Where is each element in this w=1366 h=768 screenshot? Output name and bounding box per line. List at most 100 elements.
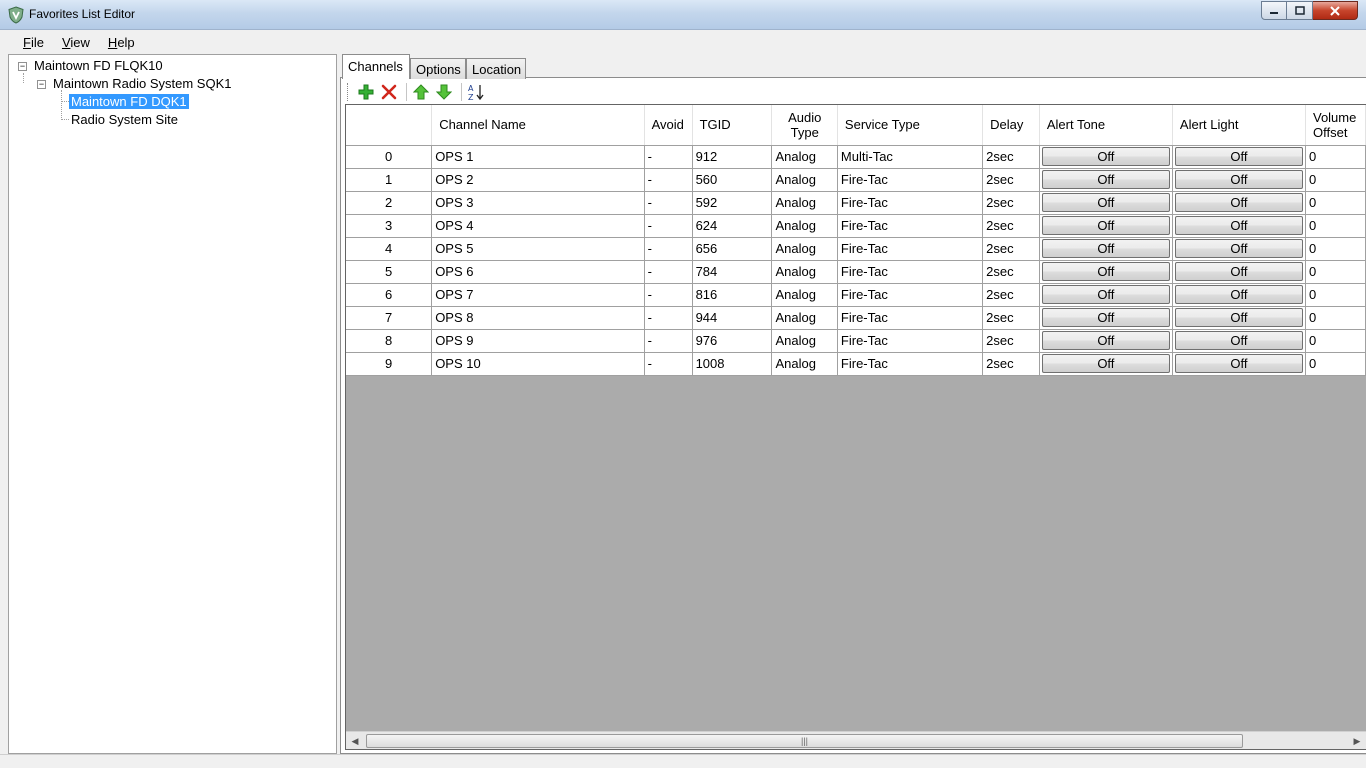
cell-delay[interactable]: 2sec — [982, 236, 1040, 261]
cell-tgid[interactable]: 624 — [692, 213, 773, 238]
cell-service-type[interactable]: Fire-Tac — [837, 236, 984, 261]
cell-channel-name[interactable]: OPS 6 — [431, 259, 645, 284]
cell-volume-offset[interactable]: 0 — [1305, 167, 1366, 192]
cell-audio-type[interactable]: Analog — [771, 144, 838, 169]
cell-service-type[interactable]: Fire-Tac — [837, 305, 984, 330]
cell-channel-name[interactable]: OPS 8 — [431, 305, 645, 330]
alert-light-button[interactable]: Off — [1174, 193, 1303, 212]
cell-volume-offset[interactable]: 0 — [1305, 282, 1366, 307]
cell-tgid[interactable]: 784 — [692, 259, 773, 284]
cell-channel-name[interactable]: OPS 9 — [431, 328, 645, 353]
col-channel-name[interactable]: Channel Name — [431, 105, 645, 146]
table-row[interactable]: 7 OPS 8-944 Analog Fire-Tac 2sec Off Off 0 — [346, 305, 1366, 330]
cell-volume-offset[interactable]: 0 — [1305, 328, 1366, 353]
alert-tone-cell[interactable]: Off — [1039, 282, 1173, 307]
table-row[interactable]: 8 OPS 9-976 Analog Fire-Tac 2sec Off Off 0 — [346, 328, 1366, 353]
cell-audio-type[interactable]: Analog — [771, 259, 838, 284]
alert-light-button[interactable]: Off — [1174, 239, 1303, 258]
minimize-button[interactable] — [1261, 1, 1287, 20]
cell-volume-offset[interactable]: 0 — [1305, 213, 1366, 238]
alert-light-cell[interactable]: Off — [1172, 305, 1306, 330]
table-row[interactable]: 5 OPS 6-784 Analog Fire-Tac 2sec Off Off 0 — [346, 259, 1366, 284]
alert-tone-button[interactable]: Off — [1041, 308, 1170, 327]
cell-avoid[interactable]: - — [644, 351, 693, 376]
alert-tone-cell[interactable]: Off — [1039, 351, 1173, 376]
table-row[interactable]: 3 OPS 4-624 Analog Fire-Tac 2sec Off Off 0 — [346, 213, 1366, 238]
cell-volume-offset[interactable]: 0 — [1305, 259, 1366, 284]
alert-light-cell[interactable]: Off — [1172, 213, 1306, 238]
cell-channel-name[interactable]: OPS 7 — [431, 282, 645, 307]
cell-tgid[interactable]: 560 — [692, 167, 773, 192]
cell-avoid[interactable]: - — [644, 144, 693, 169]
cell-audio-type[interactable]: Analog — [771, 305, 838, 330]
cell-service-type[interactable]: Fire-Tac — [837, 282, 984, 307]
cell-service-type[interactable]: Fire-Tac — [837, 213, 984, 238]
alert-tone-button[interactable]: Off — [1041, 170, 1170, 189]
col-audio-type[interactable]: Audio Type — [771, 105, 838, 146]
alert-light-cell[interactable]: Off — [1172, 144, 1306, 169]
alert-tone-cell[interactable]: Off — [1039, 305, 1173, 330]
row-header[interactable]: 2 — [346, 190, 433, 215]
cell-tgid[interactable]: 656 — [692, 236, 773, 261]
delete-channel-button[interactable] — [379, 82, 399, 102]
alert-light-cell[interactable]: Off — [1172, 259, 1306, 284]
alert-light-button[interactable]: Off — [1174, 147, 1303, 166]
title-bar[interactable]: Favorites List Editor — [0, 0, 1366, 30]
row-header[interactable]: 0 — [346, 144, 433, 169]
cell-avoid[interactable]: - — [644, 167, 693, 192]
col-alert-light[interactable]: Alert Light — [1172, 105, 1306, 146]
alert-tone-cell[interactable]: Off — [1039, 190, 1173, 215]
menu-view[interactable]: View — [62, 35, 90, 50]
alert-tone-button[interactable]: Off — [1041, 239, 1170, 258]
alert-tone-cell[interactable]: Off — [1039, 259, 1173, 284]
cell-avoid[interactable]: - — [644, 328, 693, 353]
cell-avoid[interactable]: - — [644, 259, 693, 284]
alert-tone-cell[interactable]: Off — [1039, 328, 1173, 353]
alert-light-cell[interactable]: Off — [1172, 236, 1306, 261]
row-header[interactable]: 8 — [346, 328, 433, 353]
col-delay[interactable]: Delay — [982, 105, 1040, 146]
collapse-icon[interactable]: − — [37, 80, 46, 89]
alert-tone-cell[interactable]: Off — [1039, 144, 1173, 169]
cell-volume-offset[interactable]: 0 — [1305, 236, 1366, 261]
cell-audio-type[interactable]: Analog — [771, 213, 838, 238]
alert-tone-button[interactable]: Off — [1041, 331, 1170, 350]
alert-light-button[interactable]: Off — [1174, 354, 1303, 373]
cell-delay[interactable]: 2sec — [982, 351, 1040, 376]
tab-options[interactable]: Options — [410, 58, 466, 79]
row-header[interactable]: 7 — [346, 305, 433, 330]
alert-tone-button[interactable]: Off — [1041, 262, 1170, 281]
alert-tone-button[interactable]: Off — [1041, 147, 1170, 166]
cell-volume-offset[interactable]: 0 — [1305, 351, 1366, 376]
cell-tgid[interactable]: 976 — [692, 328, 773, 353]
alert-tone-cell[interactable]: Off — [1039, 167, 1173, 192]
maximize-button[interactable] — [1287, 1, 1313, 20]
cell-delay[interactable]: 2sec — [982, 190, 1040, 215]
alert-tone-button[interactable]: Off — [1041, 354, 1170, 373]
cell-channel-name[interactable]: OPS 4 — [431, 213, 645, 238]
alert-tone-button[interactable]: Off — [1041, 216, 1170, 235]
table-row[interactable]: 4 OPS 5-656 Analog Fire-Tac 2sec Off Off 0 — [346, 236, 1366, 261]
close-button[interactable] — [1313, 1, 1358, 20]
alert-light-button[interactable]: Off — [1174, 216, 1303, 235]
alert-light-cell[interactable]: Off — [1172, 190, 1306, 215]
scroll-left-icon[interactable]: ◀ — [348, 734, 362, 748]
cell-delay[interactable]: 2sec — [982, 305, 1040, 330]
col-service-type[interactable]: Service Type — [837, 105, 984, 146]
alert-tone-cell[interactable]: Off — [1039, 236, 1173, 261]
alert-light-cell[interactable]: Off — [1172, 351, 1306, 376]
table-row[interactable]: 2 OPS 3-592 Analog Fire-Tac 2sec Off Off 0 — [346, 190, 1366, 215]
row-header[interactable]: 4 — [346, 236, 433, 261]
cell-service-type[interactable]: Multi-Tac — [837, 144, 984, 169]
alert-light-button[interactable]: Off — [1174, 285, 1303, 304]
cell-audio-type[interactable]: Analog — [771, 328, 838, 353]
cell-volume-offset[interactable]: 0 — [1305, 305, 1366, 330]
scrollbar-thumb[interactable]: ||| — [366, 734, 1243, 748]
alert-tone-button[interactable]: Off — [1041, 193, 1170, 212]
table-row[interactable]: 6 OPS 7-816 Analog Fire-Tac 2sec Off Off 0 — [346, 282, 1366, 307]
row-header[interactable]: 6 — [346, 282, 433, 307]
cell-delay[interactable]: 2sec — [982, 259, 1040, 284]
cell-avoid[interactable]: - — [644, 190, 693, 215]
cell-volume-offset[interactable]: 0 — [1305, 144, 1366, 169]
cell-delay[interactable]: 2sec — [982, 167, 1040, 192]
